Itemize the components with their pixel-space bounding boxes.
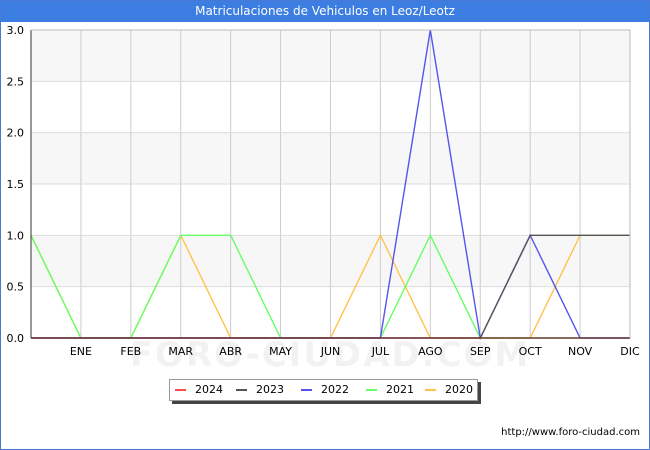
legend: 2024 2023 2022 2021 2020 — [169, 379, 478, 401]
x-tick-label: MAR — [168, 345, 193, 358]
x-tick-label: OCT — [519, 345, 542, 358]
legend-label: 2021 — [386, 383, 414, 396]
x-tick-label: ABR — [219, 345, 242, 358]
legend-swatch — [301, 389, 312, 391]
x-tick-label: JUN — [320, 345, 341, 358]
legend-swatch — [236, 389, 247, 391]
y-tick-labels: 0.0 0.5 1.0 1.5 2.0 2.5 3.0 — [7, 24, 25, 345]
legend-label: 2020 — [445, 383, 473, 396]
legend-swatch — [425, 389, 436, 391]
x-tick-label: AGO — [418, 345, 443, 358]
source-credit: http://www.foro-ciudad.com — [501, 427, 640, 438]
y-tick-label: 2.5 — [7, 75, 25, 88]
legend-label: 2022 — [321, 383, 349, 396]
y-tick-label: 0.0 — [7, 332, 25, 345]
x-tick-label: JUL — [371, 345, 390, 358]
y-tick-label: 1.5 — [7, 178, 25, 191]
legend-label: 2023 — [256, 383, 284, 396]
x-tick-label: ENE — [70, 345, 92, 358]
y-tick-label: 2.0 — [7, 127, 25, 140]
x-tick-label: NOV — [568, 345, 593, 358]
y-tick-label: 1.0 — [7, 229, 25, 242]
y-tick-label: 3.0 — [7, 24, 25, 37]
x-tick-label: DIC — [620, 345, 640, 358]
x-tick-label: FEB — [120, 345, 141, 358]
legend-swatch — [175, 389, 186, 391]
legend-label: 2024 — [195, 383, 223, 396]
legend-swatch — [366, 389, 377, 391]
x-tick-label: MAY — [269, 345, 292, 358]
x-tick-label: SEP — [470, 345, 491, 358]
y-tick-label: 0.5 — [7, 281, 25, 294]
